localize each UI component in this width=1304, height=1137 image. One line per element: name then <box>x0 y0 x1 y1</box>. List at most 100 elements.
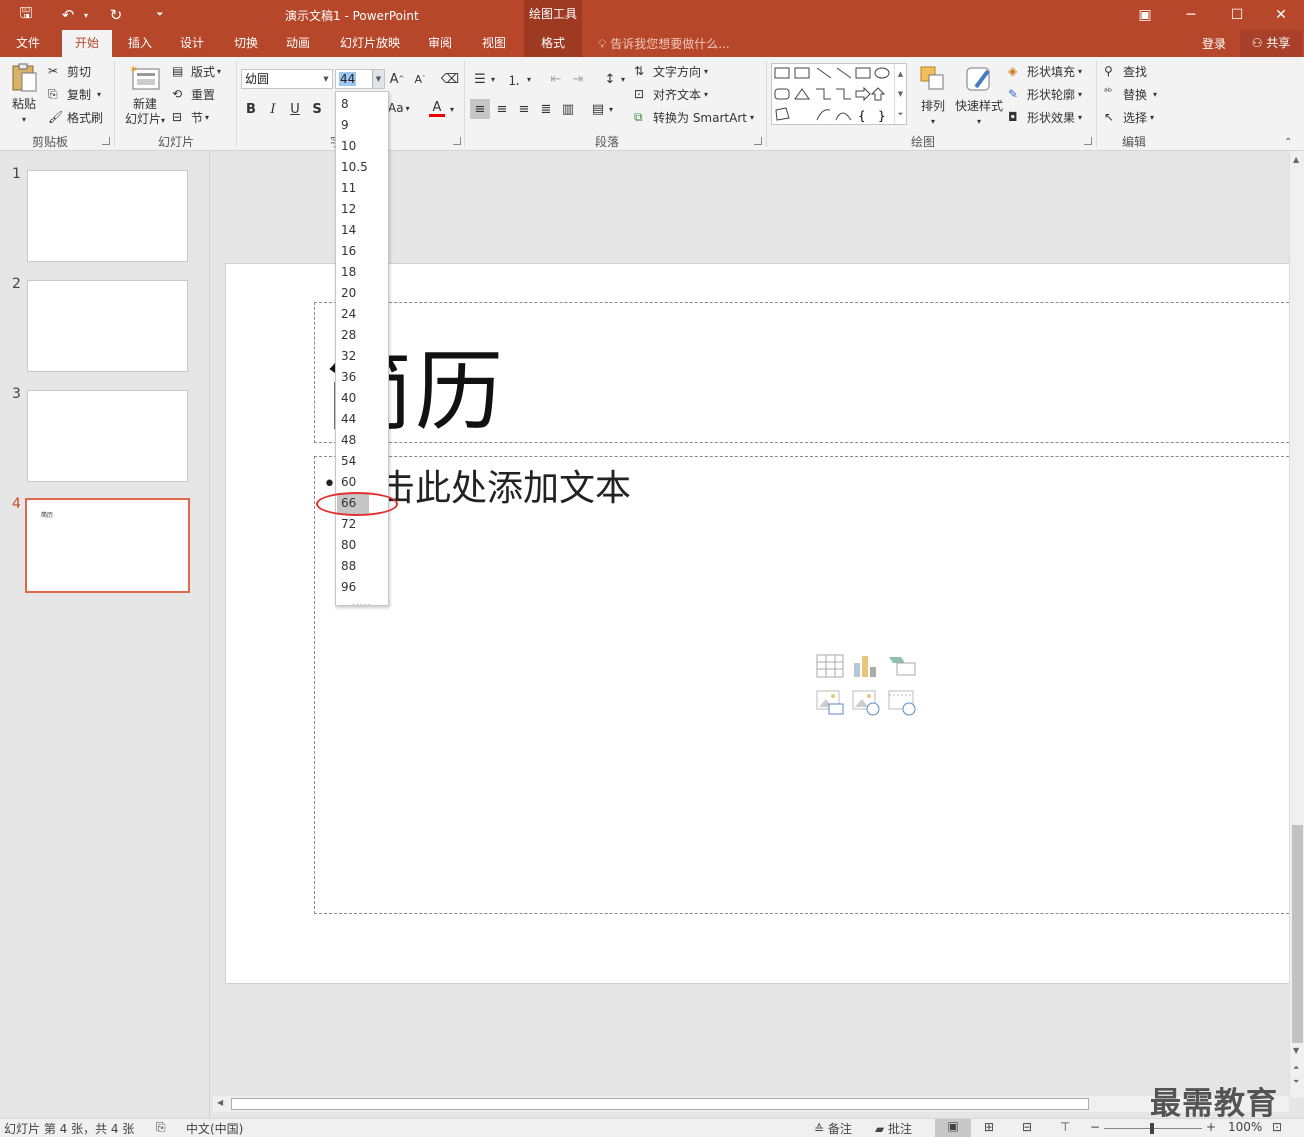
decrease-indent-icon[interactable]: ⇤ <box>546 69 566 89</box>
increase-indent-icon[interactable]: ⇥ <box>568 69 588 89</box>
slideshow-view-icon[interactable]: ⊤ <box>1060 1120 1070 1134</box>
reset-button[interactable]: ⟲ 重置 <box>172 86 215 103</box>
scroll-down-icon[interactable]: ▼ <box>1293 1046 1299 1055</box>
tab-view[interactable]: 视图 <box>472 30 516 57</box>
arrange-button[interactable]: 排列 ▾ <box>916 65 950 129</box>
ribbon-display-options-icon[interactable]: ▣ <box>1122 0 1168 30</box>
tab-home[interactable]: 开始 <box>62 30 112 57</box>
zoom-out-button[interactable]: − <box>1090 1120 1100 1134</box>
paragraph-launcher-icon[interactable] <box>754 137 762 145</box>
resize-grip-icon[interactable]: ..... <box>352 598 371 608</box>
vertical-scrollbar[interactable]: ▲ ▼ ⏶ ⏷ <box>1289 151 1304 1098</box>
title-placeholder[interactable]: 简历 <box>314 302 1289 443</box>
bullets-icon[interactable]: ☰ <box>470 69 490 89</box>
customize-qat-icon[interactable]: ⏷ <box>152 4 168 26</box>
underline-icon[interactable]: U <box>285 99 305 119</box>
align-left-icon[interactable]: ≡ <box>470 99 490 119</box>
font-size-option[interactable]: 10.5 <box>337 157 387 178</box>
font-name-combo[interactable]: 幼圆 ▼ <box>241 69 333 89</box>
font-size-option[interactable]: 20 <box>337 283 387 304</box>
scroll-left-icon[interactable]: ◀ <box>217 1098 223 1107</box>
tab-format[interactable]: 格式 <box>524 30 582 57</box>
font-name-dropdown-icon[interactable]: ▼ <box>320 70 332 88</box>
font-size-option[interactable]: 8 <box>337 94 387 115</box>
replace-button[interactable]: ᵃᵇ 替换 ▾ <box>1104 86 1157 103</box>
find-button[interactable]: ⚲ 查找 <box>1104 63 1147 80</box>
new-slide-button[interactable]: ✶ 新建 幻灯片▾ <box>120 63 170 128</box>
font-size-option[interactable]: 11 <box>337 178 387 199</box>
normal-view-icon[interactable]: ▣ <box>935 1119 971 1137</box>
shape-effects-button[interactable]: ◘ 形状效果 ▾ <box>1008 109 1082 126</box>
font-size-option[interactable]: 88 <box>337 556 387 577</box>
font-size-option[interactable]: 28 <box>337 325 387 346</box>
font-launcher-icon[interactable] <box>453 137 461 145</box>
justify-icon[interactable]: ≣ <box>536 99 556 119</box>
shape-fill-button[interactable]: ◈ 形状填充 ▾ <box>1008 63 1082 80</box>
font-size-option[interactable]: 12 <box>337 199 387 220</box>
previous-slide-icon[interactable]: ⏶ <box>1293 1063 1299 1073</box>
insert-smartart-icon[interactable] <box>887 653 917 681</box>
sign-in-link[interactable]: 登录 <box>1202 35 1226 52</box>
font-size-option[interactable]: 18 <box>337 262 387 283</box>
bullets-dropdown-icon[interactable]: ▾ <box>488 69 498 89</box>
paste-button[interactable]: 粘贴 ▾ <box>8 63 40 127</box>
increase-font-size-icon[interactable]: A ^ <box>387 69 407 89</box>
clear-formatting-icon[interactable]: ⌫ <box>440 69 460 89</box>
close-button[interactable]: ✕ <box>1258 0 1304 30</box>
italic-icon[interactable]: I <box>263 99 283 119</box>
tab-transitions[interactable]: 切换 <box>224 30 268 57</box>
text-shadow-icon[interactable]: S <box>307 99 327 119</box>
tab-design[interactable]: 设计 <box>170 30 214 57</box>
decrease-font-size-icon[interactable]: Aˇ <box>410 69 430 89</box>
share-button[interactable]: ⚇ 共享 <box>1240 30 1302 57</box>
align-center-icon[interactable]: ≡ <box>492 99 512 119</box>
tab-slideshow[interactable]: 幻灯片放映 <box>332 30 408 57</box>
align-text-button[interactable]: ⊡ 对齐文本 ▾ <box>634 86 708 103</box>
collapse-ribbon-icon[interactable]: ⌃ <box>1284 137 1292 148</box>
shape-outline-button[interactable]: ✎ 形状轮廓 ▾ <box>1008 86 1082 103</box>
content-placeholder[interactable]: • 单击此处添加文本 <box>314 456 1289 914</box>
insert-picture-icon[interactable] <box>815 689 845 717</box>
line-spacing-dropdown-icon[interactable]: ▾ <box>618 69 628 89</box>
select-button[interactable]: ↖ 选择 ▾ <box>1104 109 1154 126</box>
font-size-option[interactable]: 16 <box>337 241 387 262</box>
minimize-button[interactable]: ─ <box>1168 0 1214 30</box>
clipboard-launcher-icon[interactable] <box>102 137 110 145</box>
numbering-dropdown-icon[interactable]: ▾ <box>524 69 534 89</box>
font-size-combo[interactable]: 44 ▼ <box>335 69 385 89</box>
text-direction-button[interactable]: ⇅ 文字方向 ▾ <box>634 63 708 80</box>
shapes-gallery[interactable]: {} ▲ ▼ ⏷ <box>771 63 907 125</box>
insert-table-icon[interactable] <box>815 653 845 681</box>
font-size-option[interactable]: 72 <box>337 514 387 535</box>
maximize-button[interactable]: ☐ <box>1214 0 1260 30</box>
font-size-value[interactable]: 44 <box>339 72 357 86</box>
font-size-option[interactable]: 24 <box>337 304 387 325</box>
insert-chart-icon[interactable] <box>851 653 881 681</box>
slide-thumbnail-2[interactable] <box>27 280 188 372</box>
section-button[interactable]: ⊟ 节 ▾ <box>172 109 209 126</box>
font-size-option[interactable]: 36 <box>337 367 387 388</box>
font-size-dropdown-icon[interactable]: ▼ <box>372 70 384 88</box>
numbering-icon[interactable]: ⒈ <box>504 69 524 89</box>
tab-review[interactable]: 审阅 <box>418 30 462 57</box>
font-color-icon[interactable]: A <box>427 99 447 119</box>
font-size-option[interactable]: 80 <box>337 535 387 556</box>
undo-icon[interactable]: ↶ <box>56 4 80 26</box>
font-size-option[interactable]: 44 <box>337 409 387 430</box>
distributed-icon[interactable]: ▥ <box>558 99 578 119</box>
spell-check-icon[interactable]: ⎘ <box>156 1120 166 1135</box>
redo-icon[interactable]: ↻ <box>104 4 128 26</box>
align-right-icon[interactable]: ≡ <box>514 99 534 119</box>
slide-thumbnail-1[interactable] <box>27 170 188 262</box>
columns-dropdown-icon[interactable]: ▾ <box>606 99 616 119</box>
zoom-slider-thumb[interactable] <box>1150 1123 1154 1134</box>
bold-icon[interactable]: B <box>241 99 261 119</box>
insert-video-icon[interactable] <box>887 689 917 717</box>
font-size-option[interactable]: 32 <box>337 346 387 367</box>
slide-sorter-icon[interactable]: ⊞ <box>984 1120 994 1134</box>
font-size-option[interactable]: 48 <box>337 430 387 451</box>
cut-button[interactable]: ✂ 剪切 <box>48 63 91 80</box>
scroll-up-icon[interactable]: ▲ <box>1293 155 1299 164</box>
quick-styles-button[interactable]: 快速样式 ▾ <box>952 65 1006 129</box>
change-case-button[interactable]: Aa ▾ <box>388 101 410 115</box>
